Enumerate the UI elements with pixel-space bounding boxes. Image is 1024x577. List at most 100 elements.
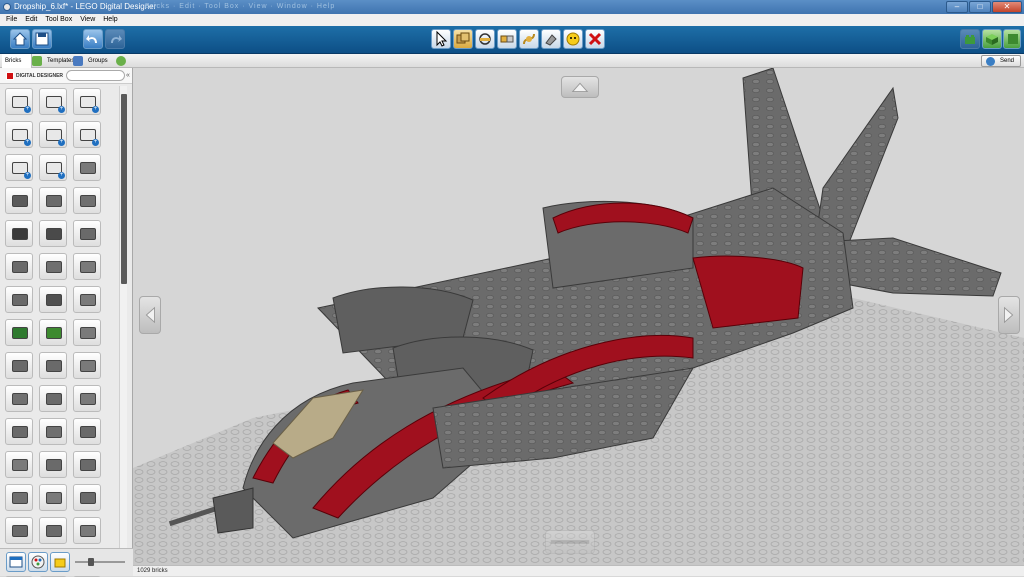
palette-brick[interactable] (5, 220, 33, 247)
zoom-controls[interactable] (545, 530, 595, 554)
palette-brick[interactable] (5, 352, 33, 379)
expand-group-icon[interactable]: + (58, 139, 65, 146)
palette-brick[interactable] (39, 484, 67, 511)
palette-header: DIGITAL DESIGNER « (0, 68, 132, 84)
menu-help[interactable]: Help (103, 14, 117, 26)
expand-group-icon[interactable]: + (92, 106, 99, 113)
menu-tool-box[interactable]: Tool Box (45, 14, 72, 26)
paint-tool-button[interactable] (541, 29, 561, 49)
palette-brick[interactable] (5, 484, 33, 511)
pan-left-button[interactable] (139, 296, 161, 334)
right-engine-pod[interactable] (692, 255, 804, 329)
brick-thumbnail-icon (12, 459, 28, 471)
delete-icon (588, 32, 602, 46)
send-button[interactable]: Send (981, 55, 1021, 67)
expand-group-icon[interactable]: + (24, 172, 31, 179)
pan-up-button[interactable] (561, 76, 599, 98)
palette-brick[interactable] (5, 385, 33, 412)
palette-brick[interactable]: + (5, 121, 33, 148)
3d-viewport[interactable] (133, 68, 1024, 565)
undo-icon (86, 35, 97, 43)
scrollbar-thumb[interactable] (121, 94, 127, 284)
model-scene[interactable] (133, 68, 1024, 565)
palette-brick[interactable] (73, 385, 101, 412)
menu-edit[interactable]: Edit (25, 14, 37, 26)
brick-search-input[interactable] (66, 70, 125, 81)
pan-right-button[interactable] (998, 296, 1020, 334)
palette-brick[interactable] (39, 319, 67, 346)
delete-tool-button[interactable] (585, 29, 605, 49)
hide-tool-button[interactable] (563, 29, 583, 49)
palette-brick[interactable]: + (39, 88, 67, 115)
palette-brick[interactable] (39, 286, 67, 313)
palette-brick[interactable] (73, 484, 101, 511)
tab-groups[interactable]: Groups (85, 54, 111, 68)
palette-brick[interactable] (73, 451, 101, 478)
palette-brick[interactable]: + (39, 154, 67, 181)
clone-icon (456, 32, 470, 44)
palette-brick[interactable] (39, 253, 67, 280)
palette-brick[interactable] (73, 187, 101, 214)
collapse-palette-button[interactable]: « (126, 72, 130, 80)
palette-brick[interactable]: + (39, 121, 67, 148)
palette-brick[interactable] (5, 319, 33, 346)
palette-brick[interactable] (39, 352, 67, 379)
palette-brick[interactable] (73, 154, 101, 181)
palette-brick[interactable] (73, 253, 101, 280)
save-button[interactable] (32, 29, 52, 49)
select-tool-button[interactable] (431, 29, 451, 49)
expand-group-icon[interactable]: + (24, 106, 31, 113)
palette-brick[interactable] (5, 286, 33, 313)
flex-tool-button[interactable] (519, 29, 539, 49)
home-button[interactable] (10, 29, 30, 49)
palette-brick[interactable] (39, 517, 67, 544)
maximize-button[interactable]: □ (969, 1, 991, 13)
brick-filter-icon (54, 558, 66, 568)
window-titlebar: Dropship_6.lxf* - LEGO Digital Designer … (0, 0, 1024, 14)
palette-brick[interactable]: + (5, 154, 33, 181)
undo-button[interactable] (83, 29, 103, 49)
hinge-align-tool-button[interactable] (497, 29, 517, 49)
palette-brick[interactable] (73, 352, 101, 379)
mode-button-3[interactable] (50, 552, 70, 572)
palette-brick[interactable] (73, 418, 101, 445)
expand-group-icon[interactable]: + (92, 139, 99, 146)
building-guide-button[interactable] (1003, 29, 1021, 49)
clone-tool-button[interactable] (453, 29, 473, 49)
redo-button[interactable] (105, 29, 125, 49)
palette-brick[interactable] (73, 220, 101, 247)
palette-brick[interactable] (39, 418, 67, 445)
minimize-button[interactable]: – (946, 1, 968, 13)
palette-brick[interactable] (39, 220, 67, 247)
build-mode-button[interactable] (960, 29, 980, 49)
tab-bricks[interactable]: Bricks (2, 54, 32, 68)
mode-button-2[interactable] (28, 552, 48, 572)
palette-scrollbar[interactable] (119, 86, 127, 556)
palette-brick[interactable] (39, 385, 67, 412)
palette-brick[interactable] (5, 517, 33, 544)
close-button[interactable]: ✕ (992, 1, 1022, 13)
expand-group-icon[interactable]: + (58, 172, 65, 179)
palette-brick[interactable] (73, 319, 101, 346)
palette-brick[interactable] (5, 418, 33, 445)
palette-brick[interactable] (5, 187, 33, 214)
menu-view[interactable]: View (80, 14, 95, 26)
palette-brick[interactable] (5, 253, 33, 280)
hinge-tool-button[interactable] (475, 29, 495, 49)
palette-brick[interactable] (5, 451, 33, 478)
expand-group-icon[interactable]: + (58, 106, 65, 113)
palette-brick[interactable]: + (73, 121, 101, 148)
zoom-slider-knob[interactable] (88, 558, 95, 566)
palette-brick[interactable] (39, 451, 67, 478)
palette-brick[interactable]: + (73, 88, 101, 115)
expand-group-icon[interactable]: + (24, 139, 31, 146)
mode-button-1[interactable] (6, 552, 26, 572)
menu-file[interactable]: File (6, 14, 17, 26)
palette-brick[interactable] (39, 187, 67, 214)
palette-brick[interactable]: + (5, 88, 33, 115)
palette-brick[interactable] (73, 517, 101, 544)
view-mode-button[interactable] (982, 29, 1002, 49)
brick-thumbnail-icon (12, 228, 28, 240)
palette-zoom-slider[interactable] (75, 558, 125, 566)
palette-brick[interactable] (73, 286, 101, 313)
